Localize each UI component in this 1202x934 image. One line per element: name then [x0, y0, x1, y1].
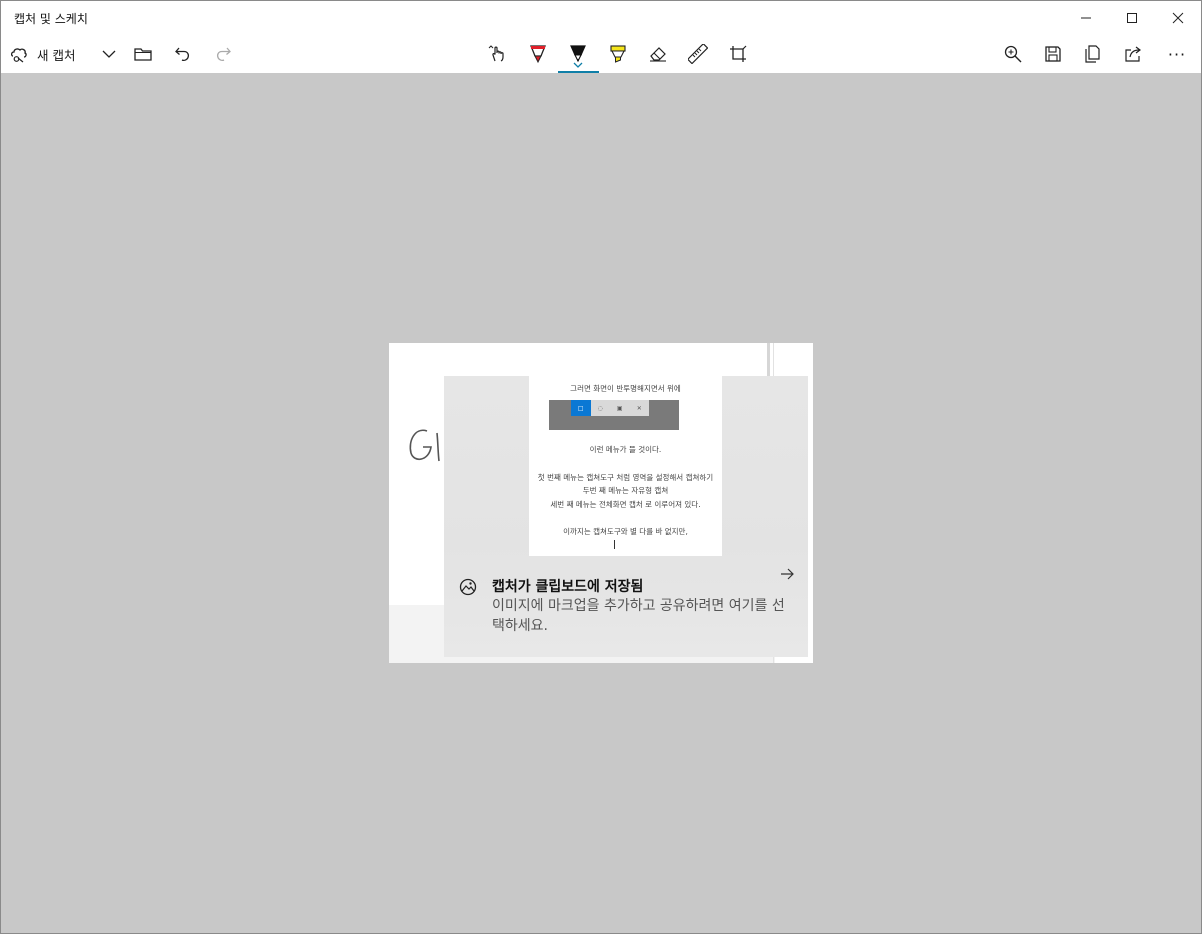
redo-icon: [216, 47, 231, 62]
copy-button[interactable]: [1073, 35, 1113, 73]
open-file-button[interactable]: [123, 35, 163, 73]
canvas-area: 그러면 화면이 반투명해지면서 위에 □ ◌ ▣ ✕ 이런 메뉴가 뜰 것이다.…: [1, 73, 1201, 933]
share-icon: [1125, 46, 1141, 62]
maximize-button[interactable]: [1109, 1, 1155, 35]
eraser-icon: [650, 47, 666, 62]
text-cursor: [614, 540, 615, 549]
tool-options-chevron-icon[interactable]: [573, 62, 583, 68]
new-capture-icon: [10, 48, 27, 63]
minimize-icon: [1081, 17, 1091, 19]
highlighter-button[interactable]: [598, 35, 638, 73]
copy-icon: [1085, 45, 1100, 63]
doc-line: 첫 번째 메뉴는 캡쳐도구 처럼 영역을 설정해서 캡쳐하기: [537, 473, 714, 482]
window-title: 캡처 및 스케치: [14, 12, 88, 26]
arrow-right-icon[interactable]: [780, 568, 794, 580]
save-icon: [1045, 46, 1061, 62]
title-bar: 캡처 및 스케치: [1, 1, 1201, 35]
ruler-icon: [688, 44, 708, 64]
image-markup-icon: [459, 578, 477, 596]
eraser-button[interactable]: [638, 35, 678, 73]
fullscreen-snip-icon: ▣: [616, 404, 623, 412]
ruler-button[interactable]: [678, 35, 718, 73]
doc-line: 두번 째 메뉴는 자유형 캡쳐: [582, 486, 669, 495]
ballpoint-pen-icon: [530, 45, 546, 64]
share-button[interactable]: [1113, 35, 1153, 73]
close-snip-icon: ✕: [636, 404, 642, 412]
rect-snip-icon: □: [571, 400, 591, 416]
touch-writing-button[interactable]: [478, 35, 518, 73]
chevron-down-icon: [102, 50, 116, 58]
clipboard-notification[interactable]: 그러면 화면이 반투명해지면서 위에 □ ◌ ▣ ✕ 이런 메뉴가 뜰 것이다.…: [444, 376, 808, 657]
doc-line: 이까지는 캡쳐도구와 별 다를 바 없지만,: [563, 527, 688, 536]
doc-line: 이런 메뉴가 뜰 것이다.: [589, 445, 662, 454]
doc-line: 그러면 화면이 반투명해지면서 위에: [570, 384, 681, 393]
doc-line: 세번 째 메뉴는 전체화면 캡처 로 이루어져 있다.: [550, 500, 701, 509]
zoom-icon: [1004, 45, 1022, 63]
more-icon: ···: [1167, 44, 1187, 64]
ballpoint-pen-button[interactable]: [518, 35, 558, 73]
folder-icon: [134, 48, 152, 61]
maximize-icon: [1127, 13, 1137, 23]
close-button[interactable]: [1155, 1, 1201, 35]
toolbar: 새 캡처 ···: [1, 35, 1201, 73]
captured-document: 그러면 화면이 반투명해지면서 위에 □ ◌ ▣ ✕ 이런 메뉴가 뜰 것이다.…: [529, 376, 722, 556]
new-capture-label: 새 캡처: [37, 47, 76, 63]
mini-snip-toolbar: □ ◌ ▣ ✕: [549, 400, 679, 430]
pencil-icon: [570, 45, 586, 63]
crop-button[interactable]: [718, 35, 758, 73]
zoom-button[interactable]: [993, 35, 1033, 73]
touch-writing-icon: [488, 45, 504, 62]
undo-icon: [175, 47, 190, 62]
freeform-snip-icon: ◌: [597, 404, 603, 412]
highlighter-icon: [610, 45, 626, 63]
notification-body: 이미지에 마크업을 추가하고 공유하려면 여기를 선택하세요.: [492, 598, 785, 634]
redo-button[interactable]: [203, 35, 243, 73]
captured-image[interactable]: 그러면 화면이 반투명해지면서 위에 □ ◌ ▣ ✕ 이런 메뉴가 뜰 것이다.…: [389, 343, 813, 663]
app-window: 캡처 및 스케치 새 캡처 ··· 그러면 화면이 반투명해지면서 위에 □ ◌…: [0, 0, 1202, 934]
save-button[interactable]: [1033, 35, 1073, 73]
undo-button[interactable]: [163, 35, 203, 73]
notification-title: 캡처가 클립보드에 저장됨: [492, 579, 644, 595]
minimize-button[interactable]: [1063, 1, 1109, 35]
crop-icon: [730, 45, 747, 62]
close-icon: [1172, 12, 1184, 24]
more-button[interactable]: ···: [1157, 35, 1197, 73]
captured-scrollbar: [767, 343, 770, 379]
